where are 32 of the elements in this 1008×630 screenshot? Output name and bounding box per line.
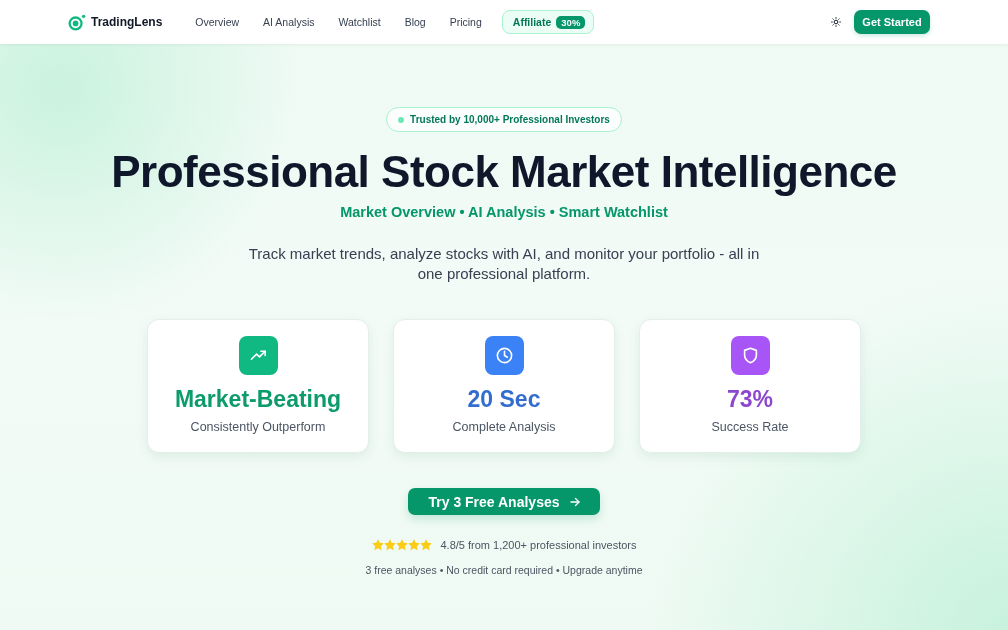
- logo-icon: [68, 13, 86, 31]
- commission-badge: 30%: [556, 15, 586, 29]
- sun-icon: [831, 17, 841, 27]
- trust-text: Trusted by 10,000+ Professional Investors: [410, 114, 610, 125]
- rating-text: 4.8/5 from 1,200+ professional investors: [440, 539, 637, 551]
- affiliate-link[interactable]: Affiliate 30%: [501, 10, 595, 34]
- hero-title: Professional Stock Market Intelligence: [111, 148, 897, 196]
- nav-link[interactable]: Blog: [404, 16, 426, 28]
- nav-link[interactable]: Pricing: [449, 16, 482, 28]
- stat-label: Complete Analysis: [452, 419, 556, 435]
- stat-value: 20 Sec: [467, 385, 541, 414]
- theme-toggle-button[interactable]: [831, 17, 841, 27]
- star-icon: [407, 539, 420, 551]
- nav-link[interactable]: Watchlist: [338, 16, 381, 28]
- stat-label: Success Rate: [711, 419, 789, 435]
- star-icon: [383, 539, 396, 551]
- star-icon: [395, 539, 408, 551]
- star-icon: [371, 539, 384, 551]
- status-dot-icon: [398, 116, 405, 123]
- stat-value: 73%: [726, 385, 773, 414]
- hero-description: Track market trends, analyze stocks with AI, and monitor your portfolio - all in one professional platform.: [247, 244, 761, 284]
- try-free-button[interactable]: Try 3 Free Analyses: [408, 488, 600, 515]
- get-started-button[interactable]: Get Started: [854, 10, 930, 34]
- arrow-right-icon: [569, 496, 580, 507]
- brand-name[interactable]: TradingLens: [91, 15, 163, 29]
- star-icon: [419, 539, 432, 551]
- nav-link[interactable]: Overview: [195, 16, 240, 28]
- nav-link[interactable]: AI Analysis: [263, 16, 315, 28]
- signup-note: 3 free analyses • No credit card required • Upgrade anytime: [365, 563, 643, 577]
- stat-value: Market-Beating: [174, 385, 342, 414]
- hero-tagline: Market Overview • AI Analysis • Smart Watchlist: [340, 203, 668, 222]
- stat-label: Consistently Outperform: [190, 419, 326, 435]
